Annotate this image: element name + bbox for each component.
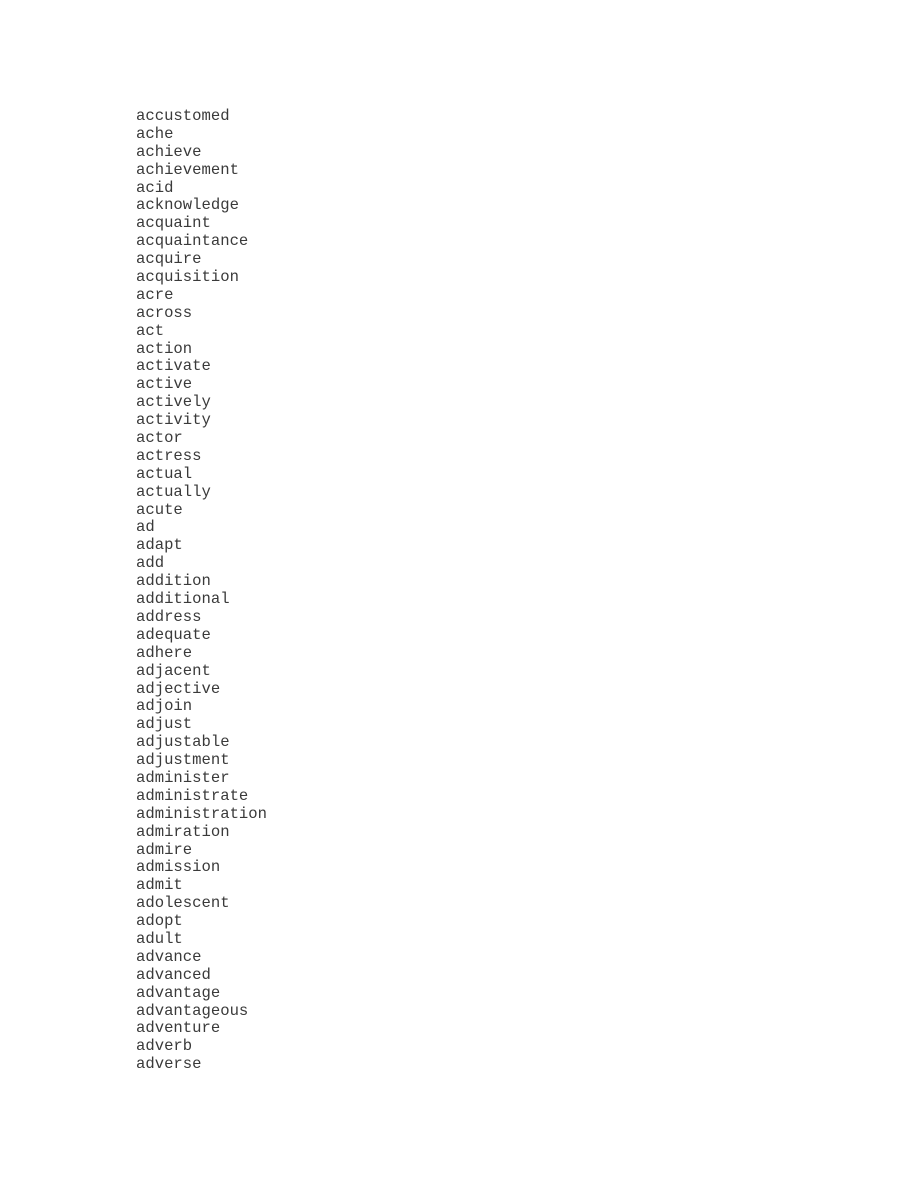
word-list-item: adjust	[136, 715, 193, 734]
word-list-item: acknowledge	[136, 196, 239, 215]
word-list-item: adjustment	[136, 751, 230, 770]
word-list-item: adjective	[136, 679, 221, 698]
word-list-item: ad	[136, 518, 155, 537]
word-list-item: administration	[136, 804, 268, 823]
word-list-item: admiration	[136, 822, 230, 841]
word-list-item: adverb	[136, 1037, 193, 1056]
word-list-item: advantage	[136, 983, 221, 1002]
word-list-item: across	[136, 303, 193, 322]
word-list-item: adult	[136, 929, 183, 948]
word-list-item: adhere	[136, 643, 193, 662]
word-list-item: action	[136, 339, 193, 358]
word-list-item: address	[136, 607, 202, 626]
word-list-item: addition	[136, 572, 211, 591]
word-list-item: administer	[136, 768, 230, 787]
word-list-item: actress	[136, 446, 202, 465]
word-list-item: ache	[136, 124, 174, 143]
word-list-item: achieve	[136, 142, 202, 161]
word-list-item: activity	[136, 411, 211, 430]
word-list-item: acquisition	[136, 268, 239, 287]
word-list-item: active	[136, 375, 193, 394]
word-list-item: actual	[136, 464, 193, 483]
word-list-item: adapt	[136, 536, 183, 555]
word-list-item: acre	[136, 285, 174, 304]
word-list-item: actor	[136, 429, 183, 448]
word-list-item: advanced	[136, 965, 211, 984]
word-list-item: adjustable	[136, 733, 230, 752]
word-list-item: add	[136, 554, 165, 573]
word-list-item: adopt	[136, 912, 183, 931]
word-list-item: administrate	[136, 786, 249, 805]
word-list-item: act	[136, 321, 165, 340]
word-list-item: adventure	[136, 1019, 221, 1038]
word-list: accustomed ache achieve achievement acid ackn…	[136, 107, 268, 1074]
word-list-item: adequate	[136, 625, 211, 644]
document-page: accustomed ache achieve achievement acid ackn…	[0, 0, 920, 1191]
word-list-item: adolescent	[136, 894, 230, 913]
word-list-item: advance	[136, 947, 202, 966]
word-list-item: actually	[136, 482, 211, 501]
word-list-item: activate	[136, 357, 211, 376]
word-list-item: acid	[136, 178, 174, 197]
word-list-item: achievement	[136, 160, 239, 179]
word-list-item: additional	[136, 590, 230, 609]
word-list-item: accustomed	[136, 107, 230, 125]
word-list-item: acquaint	[136, 214, 211, 233]
word-list-item: acquaintance	[136, 232, 249, 251]
word-list-item: admire	[136, 840, 193, 859]
word-list-item: adjoin	[136, 697, 193, 716]
word-list-item: acquire	[136, 250, 202, 269]
word-list-item: adverse	[136, 1055, 202, 1074]
word-list-item: acute	[136, 500, 183, 519]
word-list-item: advantageous	[136, 1001, 249, 1020]
word-list-item: admit	[136, 876, 183, 895]
word-list-item: admission	[136, 858, 221, 877]
word-list-item: adjacent	[136, 661, 211, 680]
word-list-item: actively	[136, 393, 211, 412]
